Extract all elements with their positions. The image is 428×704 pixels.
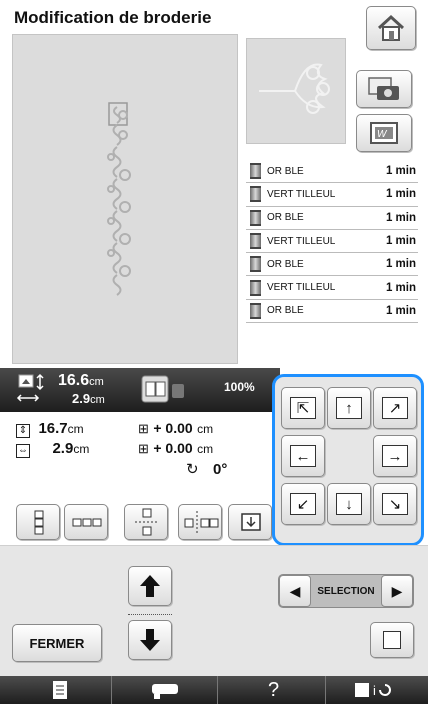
vertical-offset-icon: ⊞ (138, 421, 149, 436)
arrow-left-icon: ← (290, 445, 316, 467)
triangle-left-icon: ◀ (289, 582, 301, 599)
horizontal-layout-icon (72, 518, 102, 527)
pattern-preview (246, 38, 346, 144)
horizontal-offset-readout: ⊞ + 0.00 cm (138, 440, 214, 456)
move-pattern-up-button[interactable] (128, 566, 172, 606)
selection-control: ◀ SELECTION ▶ (278, 574, 414, 608)
preview-image (259, 63, 330, 114)
pattern-height: 2.9cm (72, 391, 105, 406)
thread-spool-icon (250, 279, 261, 296)
thread-spool-icon (250, 186, 261, 203)
move-pattern-down-button[interactable] (128, 620, 172, 660)
move-up-left-button[interactable]: ⇱ (281, 387, 325, 429)
close-button[interactable]: FERMER (12, 624, 102, 662)
layout-vertical-button[interactable] (16, 504, 60, 540)
move-down-right-button[interactable]: ↘ (373, 483, 417, 525)
height-icon: ⇕ (16, 424, 30, 438)
sewing-machine-icon (151, 684, 178, 699)
document-icon (52, 681, 67, 699)
svg-text:W: W (377, 129, 388, 140)
selection-next-button[interactable]: ▶ (381, 575, 413, 607)
thread-row[interactable]: OR BLE 1 min (246, 300, 418, 324)
machine-button[interactable] (114, 676, 218, 704)
thread-spool-icon (250, 302, 261, 319)
order-divider (128, 614, 172, 615)
thread-row[interactable]: OR BLE 1 min (246, 207, 418, 230)
arrow-up-right-icon: ↗ (382, 397, 408, 419)
arrow-down-left-icon: ↙ (290, 493, 316, 515)
page-title: Modification de broderie (14, 8, 212, 27)
thread-color-list: OR BLE 1 min VERT TILLEUL 1 min OR BLE 1 mi… (246, 160, 418, 324)
dimension-icon (16, 372, 46, 406)
help-button[interactable]: ? (222, 676, 326, 704)
mark-button[interactable] (228, 504, 272, 540)
home-icon (377, 14, 405, 41)
vertical-offset-readout: ⊞ + 0.00 cm (138, 420, 214, 436)
arrow-down-right-icon: ↘ (382, 493, 408, 515)
arrow-right-icon: → (382, 445, 408, 467)
settings-button[interactable]: i (322, 676, 426, 704)
move-up-right-button[interactable]: ↗ (373, 387, 417, 429)
spacing-vertical-button[interactable] (124, 504, 168, 540)
camera-scan-button[interactable] (356, 70, 412, 108)
frame-background-icon: W (370, 122, 398, 144)
vertical-spacing-icon (135, 508, 159, 536)
width-readout: ⇔ 2.9cm (16, 440, 90, 458)
horizontal-offset-icon: ⊞ (138, 441, 149, 456)
height-readout: ⇕ 16.7cm (16, 420, 84, 438)
document-button[interactable] (8, 676, 112, 704)
svg-text:i: i (373, 683, 376, 698)
move-down-button[interactable]: ↓ (327, 483, 371, 525)
bottom-toolbar: ? i (0, 676, 428, 704)
vertical-layout-icon (34, 510, 44, 535)
zoom-level[interactable]: 100% (224, 380, 255, 394)
home-button[interactable] (366, 6, 416, 50)
thread-spool-icon (250, 209, 261, 226)
select-all-button[interactable] (370, 622, 414, 658)
frame-background-button[interactable]: W (356, 114, 412, 152)
arrow-up-left-icon: ⇱ (290, 397, 316, 419)
frame-size-icon (140, 374, 188, 404)
spacing-horizontal-button[interactable] (178, 504, 222, 540)
move-left-button[interactable]: ← (281, 435, 325, 477)
bold-down-arrow-icon (140, 629, 160, 651)
rotate-icon: ↻ (186, 461, 199, 478)
rotation-readout: ↻ 0° (186, 461, 228, 478)
embroidery-design (107, 102, 131, 296)
move-up-button[interactable]: ↑ (327, 387, 371, 429)
thread-row[interactable]: VERT TILLEUL 1 min (246, 230, 418, 254)
triangle-right-icon: ▶ (391, 582, 403, 599)
horizontal-spacing-icon (184, 511, 219, 535)
camera-scan-icon (368, 77, 399, 100)
thread-row[interactable]: OR BLE 1 min (246, 160, 418, 184)
download-mark-icon (241, 513, 261, 531)
pattern-width: 16.6cm (58, 372, 104, 389)
thread-spool-icon (250, 233, 261, 250)
thread-row[interactable]: VERT TILLEUL 1 min (246, 183, 418, 207)
arrow-up-icon: ↑ (336, 397, 362, 419)
move-arrow-panel: ⇱ ↑ ↗ ← → ↙ ↓ ↘ (272, 374, 424, 546)
move-right-button[interactable]: → (373, 435, 417, 477)
square-icon (383, 631, 401, 649)
layout-horizontal-button[interactable] (64, 504, 108, 540)
selection-prev-button[interactable]: ◀ (279, 575, 311, 607)
embroidery-canvas[interactable] (12, 34, 238, 364)
width-icon: ⇔ (16, 444, 30, 458)
thread-row[interactable]: OR BLE 1 min (246, 253, 418, 277)
bold-up-arrow-icon (140, 575, 160, 597)
settings-info-icon: i (355, 683, 391, 698)
selection-label: SELECTION (317, 585, 375, 597)
move-down-left-button[interactable]: ↙ (281, 483, 325, 525)
arrow-down-icon: ↓ (336, 493, 362, 515)
thread-spool-icon (250, 256, 261, 273)
thread-spool-icon (250, 163, 261, 180)
thread-row[interactable]: VERT TILLEUL 1 min (246, 276, 418, 300)
